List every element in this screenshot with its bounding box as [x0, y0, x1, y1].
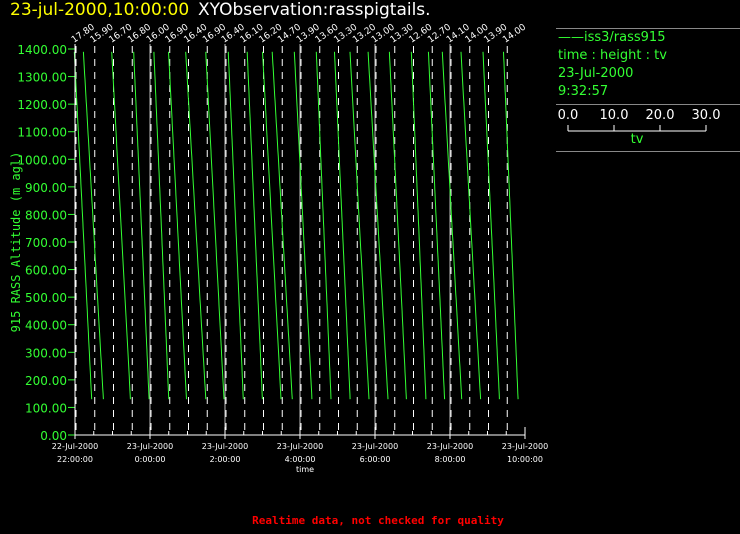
x-tick-time: 4:00:00	[285, 455, 316, 464]
scale-tick-label: 30.0	[692, 108, 721, 123]
tv-profile-trace	[262, 51, 282, 400]
tv-profile-trace	[205, 51, 225, 400]
x-tick-date: 23-Jul-2000	[277, 442, 323, 451]
legend-series: ——iss3/rass915	[558, 30, 666, 45]
tv-profile-trace	[227, 51, 244, 400]
y-tick-label: 100.00	[25, 401, 67, 415]
y-tick-label: 200.00	[25, 374, 67, 388]
scale-label: tv	[631, 132, 644, 145]
scale-tick-label: 10.0	[600, 108, 629, 123]
x-tick-time: 2:00:00	[210, 455, 241, 464]
tv-profile-trace	[111, 51, 131, 400]
tv-profile-trace	[73, 51, 93, 400]
tv-profile-trace	[349, 51, 370, 400]
tv-profile-trace	[367, 51, 389, 400]
x-tick-date: 23-Jul-2000	[502, 442, 548, 451]
x-tick-time: 22:00:00	[57, 455, 93, 464]
y-tick-label: 900.00	[25, 181, 67, 195]
y-tick-label: 1000.00	[17, 153, 67, 167]
tv-profile-trace	[503, 51, 519, 400]
y-axis-label: 915 RASS Altitude (m agl)	[9, 152, 23, 333]
y-tick-label: 600.00	[25, 264, 67, 278]
x-tick-date: 23-Jul-2000	[352, 442, 398, 451]
y-tick-label: 500.00	[25, 291, 67, 305]
legend-panel: ——iss3/rass915 time : height : tv 23-Jul…	[556, 28, 740, 152]
tv-profile-trace	[482, 51, 500, 400]
y-tick-label: 300.00	[25, 346, 67, 360]
tv-profile-trace	[388, 51, 407, 400]
x-tick-time: 0:00:00	[135, 455, 166, 464]
y-tick-label: 1400.00	[17, 43, 67, 57]
tv-scale-bar: 0.0 10.0 20.0 30.0 tv	[558, 108, 721, 147]
y-tick-label: 0.00	[40, 429, 67, 443]
scale-tick-label: 0.0	[558, 108, 579, 123]
tv-profile-trace	[334, 51, 351, 400]
x-axis-label: time	[296, 465, 314, 474]
legend-time: 9:32:57	[558, 84, 609, 99]
tv-profile-trace	[441, 51, 463, 400]
x-tick-time: 8:00:00	[435, 455, 466, 464]
y-tick-label: 800.00	[25, 208, 67, 222]
x-tick-date: 23-Jul-2000	[127, 442, 173, 451]
y-tick-label: 1200.00	[17, 98, 67, 112]
x-tick-time: 6:00:00	[360, 455, 391, 464]
y-tick-label: 1100.00	[17, 126, 67, 140]
y-tick-label: 1300.00	[17, 71, 67, 85]
tv-profile-trace	[168, 51, 187, 400]
tv-profile-trace	[82, 51, 104, 400]
y-tick-label: 700.00	[25, 236, 67, 250]
quality-disclaimer: Realtime data, not checked for quality	[252, 514, 504, 527]
legend-date: 23-Jul-2000	[558, 66, 634, 81]
tv-profile-trace	[153, 51, 170, 400]
y-tick-label: 400.00	[25, 319, 67, 333]
x-tick-time: 10:00:00	[507, 455, 543, 464]
tv-profile-trace	[460, 51, 482, 400]
tv-profile-trace	[246, 51, 263, 400]
x-tick-date: 23-Jul-2000	[202, 442, 248, 451]
tv-profile-trace	[427, 51, 446, 400]
tv-profile-trace	[315, 51, 332, 400]
tv-profile-trace	[293, 51, 313, 400]
legend-axes: time : height : tv	[558, 48, 667, 63]
scale-tick-label: 20.0	[646, 108, 675, 123]
tv-profile-trace	[133, 51, 150, 400]
x-tick-date: 22-Jul-2000	[52, 442, 98, 451]
x-tick-date: 23-Jul-2000	[427, 442, 473, 451]
